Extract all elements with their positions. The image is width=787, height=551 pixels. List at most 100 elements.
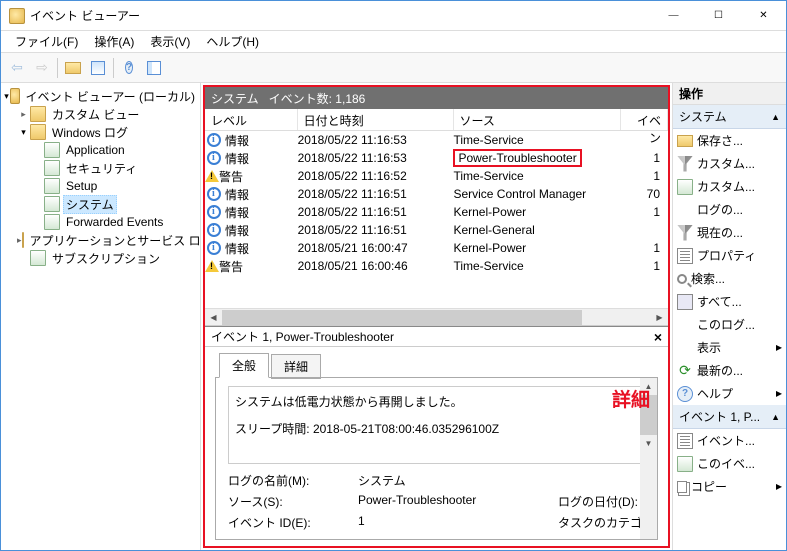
table-row[interactable]: 情報2018/05/22 11:16:51Kernel-Power1: [205, 203, 668, 221]
col-source[interactable]: ソース: [454, 109, 621, 130]
tree-windows-logs[interactable]: ▾Windows ログ: [3, 123, 198, 141]
action-item[interactable]: カスタム...: [673, 152, 786, 175]
collapse-icon[interactable]: ▲: [771, 412, 780, 422]
scroll-down-icon[interactable]: ▼: [640, 435, 657, 452]
info-icon: [207, 223, 221, 237]
tree-system[interactable]: システム: [3, 195, 198, 213]
tree-app-service-logs[interactable]: ▸アプリケーションとサービス ログ: [3, 231, 198, 249]
menu-action[interactable]: 操作(A): [86, 31, 142, 52]
actions-header: 操作: [673, 83, 786, 105]
action-item[interactable]: このイベ...: [673, 452, 786, 475]
app-icon: [9, 8, 25, 24]
warning-icon: [205, 170, 219, 182]
back-button[interactable]: ⇦: [5, 56, 29, 80]
event-list[interactable]: レベル 日付と時刻 ソース イベン 情報2018/05/22 11:16:53T…: [205, 109, 668, 326]
action-item[interactable]: すべて...: [673, 290, 786, 313]
source-value: Time-Service: [453, 169, 621, 183]
action-item[interactable]: 保存さ...: [673, 129, 786, 152]
tree-application[interactable]: Application: [3, 141, 198, 159]
action-item[interactable]: プロパティ: [673, 244, 786, 267]
detail-message: システムは低電力状態から再開しました。: [235, 393, 638, 410]
detail-sleeptime: スリープ時間: 2018-05-21T08:00:46.035296100Z: [235, 420, 638, 437]
source-value: Power-Troubleshooter: [358, 493, 558, 510]
help-button[interactable]: ?: [117, 56, 141, 80]
action-item[interactable]: ⟳最新の...: [673, 359, 786, 382]
action-label: イベント...: [697, 432, 755, 449]
date-value: 2018/05/21 16:00:47: [298, 241, 454, 255]
tree-setup[interactable]: Setup: [3, 177, 198, 195]
properties-icon: [677, 248, 693, 264]
table-row[interactable]: 警告2018/05/21 16:00:46Time-Service1: [205, 257, 668, 275]
table-row[interactable]: 警告2018/05/22 11:16:52Time-Service1: [205, 167, 668, 185]
detail-header: イベント 1, Power-Troubleshooter ×: [205, 327, 668, 347]
actions-section-system[interactable]: システム ▲: [673, 105, 786, 129]
source-label: ソース(S):: [228, 493, 358, 510]
table-row[interactable]: 情報2018/05/22 11:16:51Kernel-General: [205, 221, 668, 239]
log-icon: [677, 456, 693, 472]
col-date[interactable]: 日付と時刻: [298, 109, 454, 130]
scroll-right-icon[interactable]: ▶: [651, 309, 668, 326]
table-row[interactable]: 情報2018/05/22 11:16:53Power-Troubleshoote…: [205, 149, 668, 167]
date-value: 2018/05/22 11:16:51: [298, 205, 454, 219]
source-value: Kernel-Power: [453, 241, 621, 255]
action-item[interactable]: 検索...: [673, 267, 786, 290]
eventid-value: 1: [621, 241, 668, 255]
action-item[interactable]: イベント...: [673, 429, 786, 452]
table-row[interactable]: 情報2018/05/22 11:16:53Time-Service: [205, 131, 668, 149]
scroll-thumb[interactable]: [222, 310, 582, 325]
action-item[interactable]: 表示▶: [673, 336, 786, 359]
action-item[interactable]: 現在の...: [673, 221, 786, 244]
action-item[interactable]: ?ヘルプ▶: [673, 382, 786, 405]
forward-button[interactable]: ⇨: [30, 56, 54, 80]
tab-detail[interactable]: 詳細: [271, 354, 321, 379]
actions-section-event[interactable]: イベント 1, P... ▲: [673, 405, 786, 429]
scroll-left-icon[interactable]: ◀: [205, 309, 222, 326]
action-item[interactable]: ログの...: [673, 198, 786, 221]
tree-security[interactable]: セキュリティ: [3, 159, 198, 177]
tree-subscriptions[interactable]: サブスクリプション: [3, 249, 198, 267]
table-row[interactable]: 情報2018/05/22 11:16:51Service Control Man…: [205, 185, 668, 203]
tab-general[interactable]: 全般: [219, 353, 269, 378]
action-label: カスタム...: [697, 178, 755, 195]
col-eventid[interactable]: イベン: [621, 109, 668, 130]
detail-pane: イベント 1, Power-Troubleshooter × 詳細 全般 詳細 …: [205, 326, 668, 546]
date-value: 2018/05/22 11:16:52: [298, 169, 454, 183]
chevron-right-icon: ▶: [776, 482, 782, 491]
chevron-right-icon: ▶: [776, 343, 782, 352]
collapse-icon[interactable]: ▲: [771, 112, 780, 122]
action-item[interactable]: コピー ▶: [673, 475, 786, 498]
close-button[interactable]: ✕: [741, 1, 786, 30]
h-scrollbar[interactable]: ◀ ▶: [205, 308, 668, 325]
tree-pane[interactable]: ▾イベント ビューアー (ローカル) ▸カスタム ビュー ▾Windows ログ…: [1, 83, 201, 550]
search-icon: [677, 274, 687, 284]
warning-icon: [205, 260, 219, 272]
col-level[interactable]: レベル: [205, 109, 298, 130]
open-button[interactable]: [61, 56, 85, 80]
action-label: コピー: [691, 478, 727, 495]
detail-tabs: 全般 詳細: [205, 347, 668, 378]
tree-custom-views[interactable]: ▸カスタム ビュー: [3, 105, 198, 123]
pane-title: システム: [211, 90, 259, 107]
pane-button[interactable]: [142, 56, 166, 80]
preview-button[interactable]: [86, 56, 110, 80]
action-label: カスタム...: [697, 155, 755, 172]
tree-root[interactable]: ▾イベント ビューアー (ローカル): [3, 87, 198, 105]
detail-close-icon[interactable]: ×: [654, 329, 662, 345]
blank-icon: [677, 340, 693, 356]
minimize-button[interactable]: —: [651, 1, 696, 30]
maximize-button[interactable]: ☐: [696, 1, 741, 30]
table-row[interactable]: 情報2018/05/21 16:00:47Kernel-Power1: [205, 239, 668, 257]
tree-forwarded[interactable]: Forwarded Events: [3, 213, 198, 231]
menu-file[interactable]: ファイル(F): [7, 31, 86, 52]
detail-body: システムは低電力状態から再開しました。 スリープ時間: 2018-05-21T0…: [215, 378, 658, 540]
action-label: 検索...: [691, 270, 725, 287]
eventid-value: 1: [621, 259, 668, 273]
source-value: Time-Service: [453, 133, 621, 147]
action-item[interactable]: カスタム...: [673, 175, 786, 198]
logname-label: ログの名前(M):: [228, 472, 358, 489]
action-item[interactable]: このログ...: [673, 313, 786, 336]
menu-view[interactable]: 表示(V): [142, 31, 198, 52]
menu-help[interactable]: ヘルプ(H): [198, 31, 267, 52]
list-header[interactable]: レベル 日付と時刻 ソース イベン: [205, 109, 668, 131]
menubar: ファイル(F) 操作(A) 表示(V) ヘルプ(H): [1, 31, 786, 53]
